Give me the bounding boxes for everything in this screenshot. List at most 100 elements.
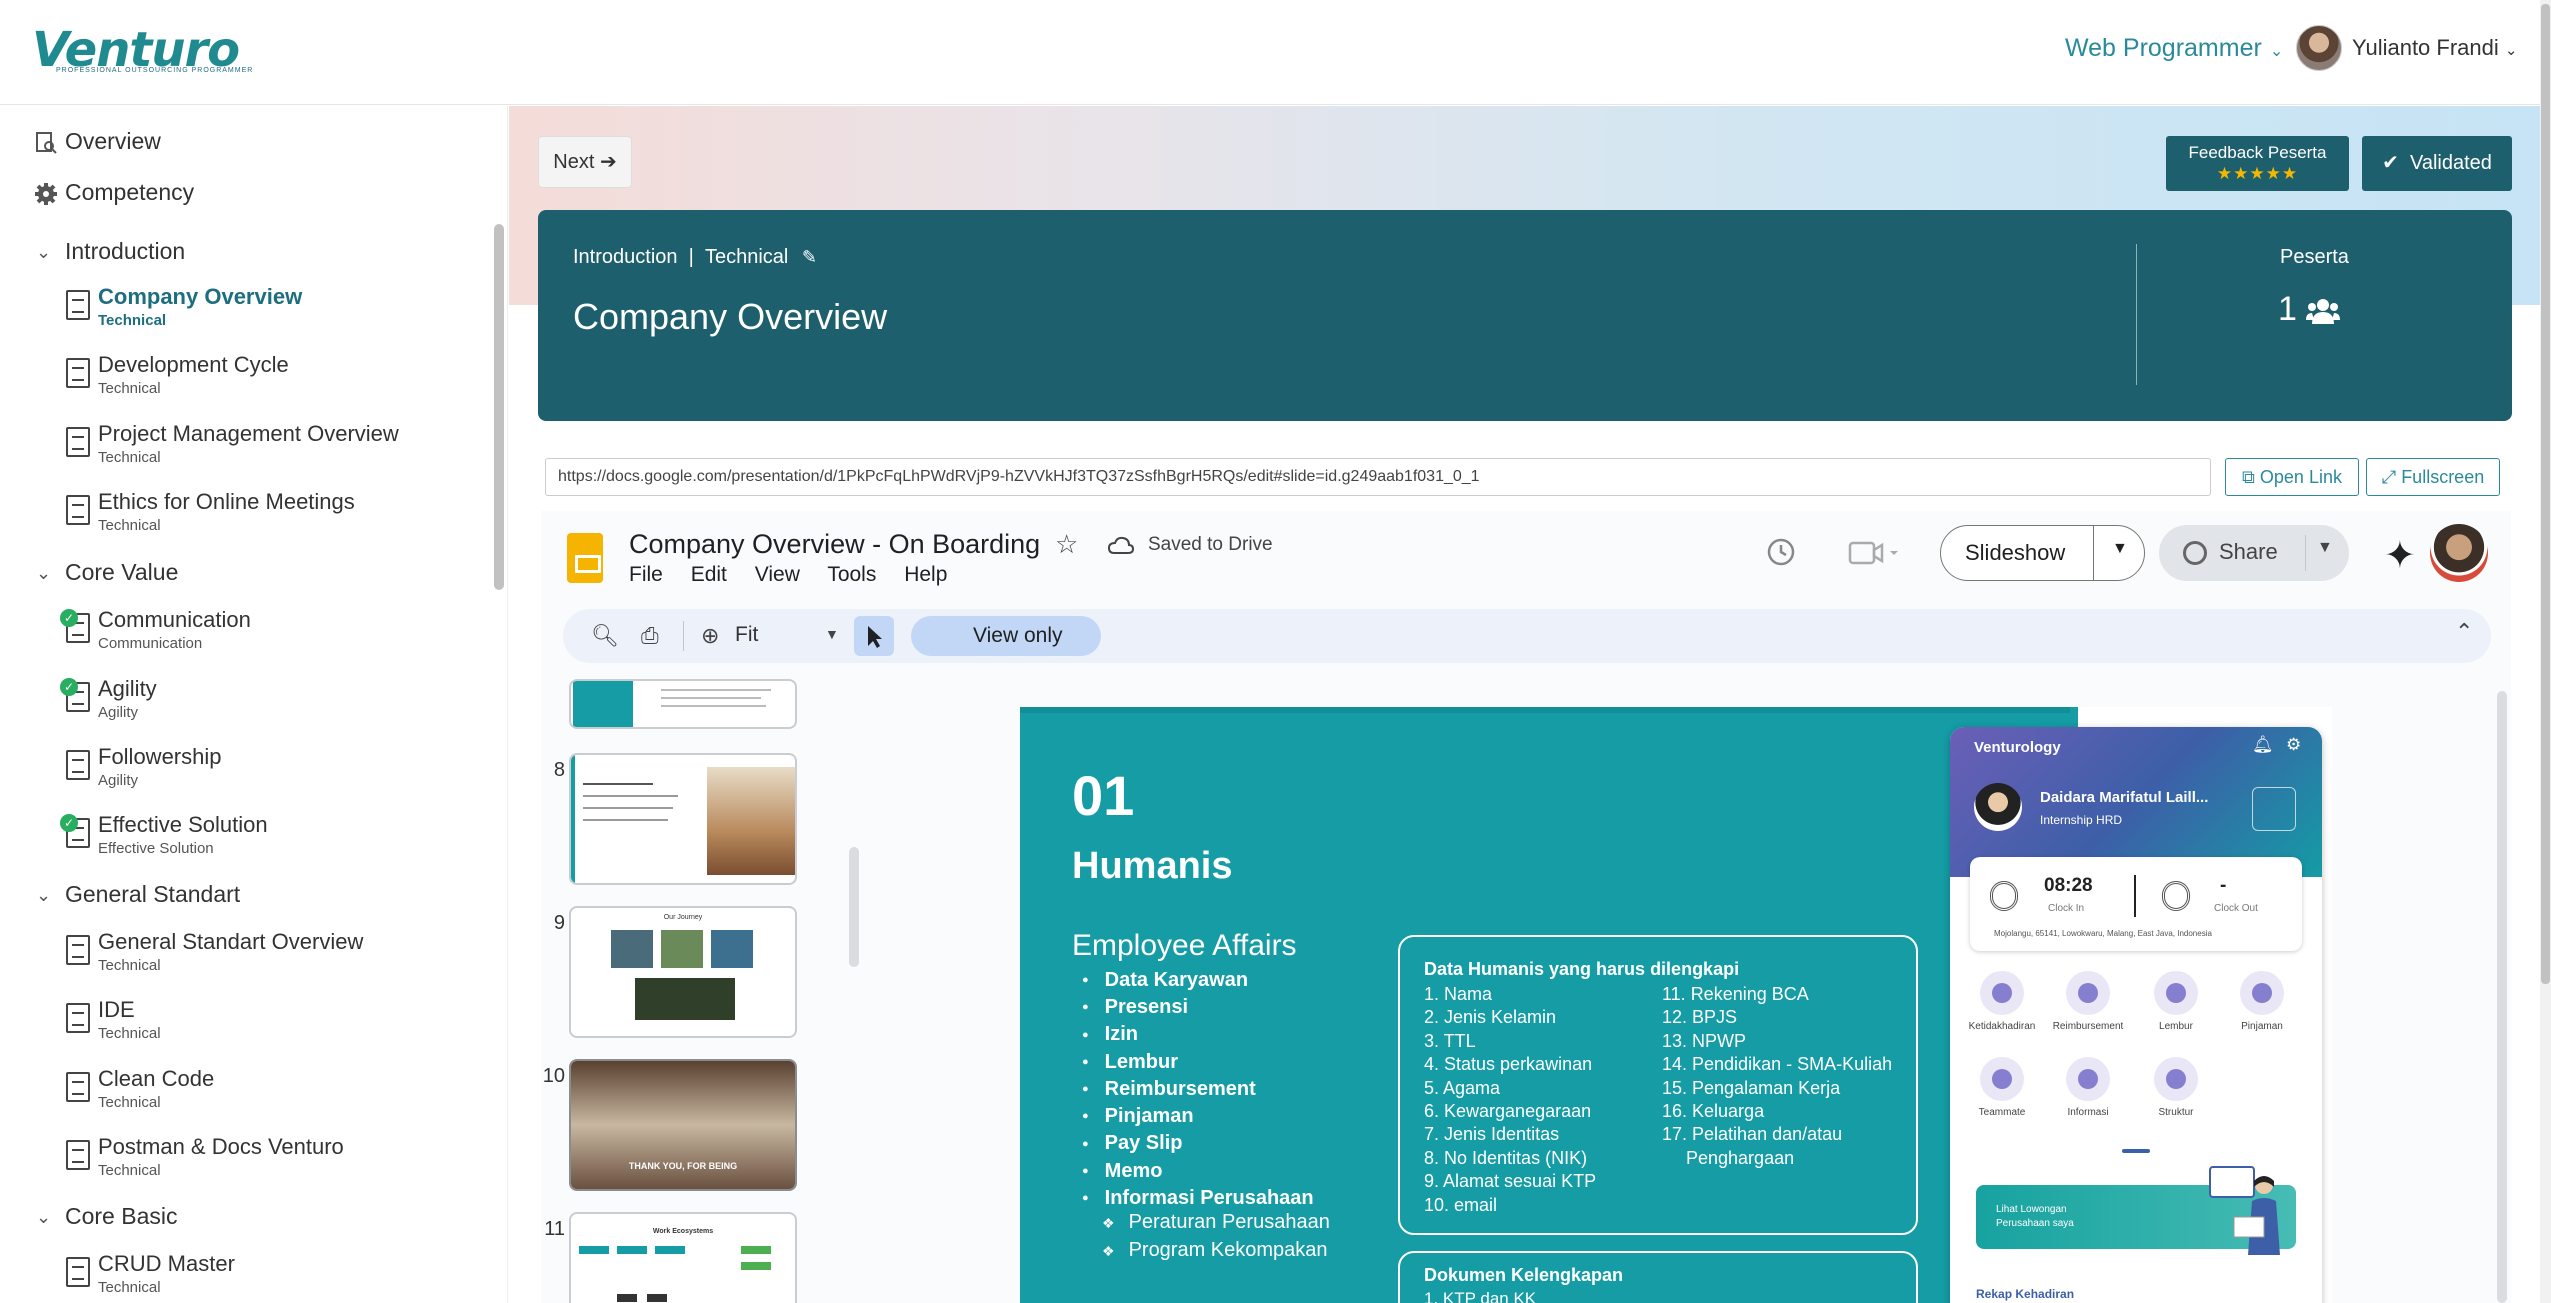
menu-view[interactable]: View <box>755 563 800 586</box>
open-link-button[interactable]: ⧉ Open Link <box>2225 458 2359 496</box>
zoom-select[interactable]: Fit <box>735 623 758 647</box>
print-icon[interactable]: ⎙ <box>641 623 659 649</box>
clock-in-label: Clock In <box>2048 903 2085 914</box>
chevron-down-icon[interactable]: ▼ <box>2317 539 2333 557</box>
slide-thumbnail-10[interactable]: THANK YOU, FOR BEING <box>569 1059 797 1191</box>
validated-button[interactable]: ✔ Validated <box>2362 136 2512 191</box>
location-address: Mojolangu, 65141, Lowokwaru, Malang, Eas… <box>1994 929 2212 938</box>
breadcrumb-separator: | <box>688 246 694 268</box>
sidebar-item-development-cycle[interactable]: Development Cycle Technical <box>0 352 490 402</box>
chevron-down-icon[interactable]: ▼ <box>825 626 839 642</box>
slides-logo-icon[interactable] <box>567 533 603 583</box>
sidebar-item-project-management-overview[interactable]: Project Management Overview Technical <box>0 421 490 471</box>
meet-camera-icon[interactable] <box>1848 539 1902 567</box>
slide-thumbnail-7[interactable] <box>569 679 797 729</box>
rekap-kehadiran-link: Rekap Kehadiran <box>1976 1287 2075 1301</box>
canvas-scrollbar[interactable] <box>2497 691 2507 1303</box>
slide-thumbnail-9[interactable]: Our Journey <box>569 906 797 1038</box>
next-button[interactable]: Next ➔ <box>538 136 632 188</box>
star-icon[interactable]: ☆ <box>1055 529 1078 560</box>
share-button[interactable]: Share ▼ <box>2159 525 2349 581</box>
thumb-text-line <box>583 807 673 809</box>
chevron-down-icon[interactable]: ▼ <box>2112 540 2128 558</box>
sidebar-item-clean-code[interactable]: Clean Code Technical <box>0 1066 490 1116</box>
lesson-title: Ethics for Online Meetings <box>98 489 355 514</box>
user-avatar[interactable] <box>2296 25 2342 71</box>
sidebar-item-postman-docs[interactable]: Postman & Docs Venturo Technical <box>0 1134 490 1184</box>
page-scrollbar-thumb[interactable] <box>2541 4 2550 984</box>
lesson-title: General Standart Overview <box>98 929 364 954</box>
slide-thumbnail-11[interactable]: Work Ecosystems <box>569 1212 797 1303</box>
person-illustration <box>2209 1166 2280 1255</box>
sidebar-item-effective-solution[interactable]: ✓ Effective Solution Effective Solution <box>0 812 490 862</box>
role-label: Web Programmer <box>2065 34 2262 62</box>
sidebar-scrollbar[interactable] <box>494 224 504 590</box>
sidebar-item-general-standart-overview[interactable]: General Standart Overview Technical <box>0 929 490 979</box>
chevron-down-icon: ⌄ <box>36 242 52 262</box>
sidebar-section-core-basic[interactable]: ⌄ Core Basic <box>0 1203 490 1233</box>
list-item: 1. KTP dan KK <box>1424 1289 1537 1303</box>
presentation-url-field[interactable] <box>545 458 2211 496</box>
list-item: 7. Jenis Identitas <box>1424 1124 1560 1145</box>
google-slides-embed[interactable]: Company Overview - On Boarding ☆ Saved t… <box>541 511 2511 1303</box>
menu-tools[interactable]: Tools <box>827 563 876 586</box>
venturo-logo[interactable]: Venturo PROFESSIONAL OUTSOURCING PROGRAM… <box>32 22 252 78</box>
fullscreen-label: Fullscreen <box>2401 467 2485 487</box>
sidebar-section-core-value[interactable]: ⌄ Core Value <box>0 559 490 589</box>
presentation-title[interactable]: Company Overview - On Boarding <box>629 529 1040 560</box>
sidebar-section-introduction[interactable]: ⌄ Introduction <box>0 238 490 268</box>
sidebar-section-label: Introduction <box>65 238 186 264</box>
sidebar-item-ide[interactable]: IDE Technical <box>0 997 490 1047</box>
peserta-label: Peserta <box>2280 246 2349 268</box>
card-divider <box>2134 875 2136 917</box>
select-cursor-button[interactable] <box>854 616 894 656</box>
slide-number: 9 <box>553 912 565 934</box>
gemini-sparkle-icon[interactable]: ✦ <box>2384 533 2416 578</box>
lesson-title: Project Management Overview <box>98 421 399 446</box>
sidebar-item-communication[interactable]: ✓ Communication Communication <box>0 607 490 657</box>
user-menu[interactable]: Yulianto Frandi ⌄ <box>2352 35 2517 61</box>
page-scrollbar[interactable] <box>2540 0 2551 1303</box>
menu-help[interactable]: Help <box>904 563 947 586</box>
menu-file[interactable]: File <box>629 563 663 586</box>
list-item: Informasi Perusahaan <box>1082 1185 1314 1212</box>
thumb-box <box>655 1246 685 1254</box>
slide-thumbnail-8[interactable] <box>569 753 797 885</box>
sidebar-item-crud-master[interactable]: CRUD Master Technical <box>0 1251 490 1301</box>
carousel-indicator <box>2122 1149 2150 1153</box>
feedback-peserta-button[interactable]: Feedback Peserta ★★★★★ <box>2166 136 2349 191</box>
clock-out-time: - <box>2220 875 2227 896</box>
sidebar-item-company-overview[interactable]: Company Overview Technical <box>0 284 490 334</box>
sidebar-item-agility[interactable]: ✓ Agility Agility <box>0 676 490 726</box>
view-only-badge[interactable]: View only <box>911 616 1101 656</box>
filmstrip-scrollbar[interactable] <box>849 847 859 967</box>
chevron-up-icon[interactable]: ⌃ <box>2455 619 2473 645</box>
fullscreen-button[interactable]: ⤢ Fullscreen <box>2366 458 2500 496</box>
slide-number: 11 <box>544 1218 565 1240</box>
struktur-icon <box>2154 1057 2198 1101</box>
slideshow-button[interactable]: Slideshow ▼ <box>1940 525 2145 581</box>
sidebar-item-followership[interactable]: Followership Agility <box>0 744 490 794</box>
sidebar-item-ethics-online-meetings[interactable]: Ethics for Online Meetings Technical <box>0 489 490 539</box>
sidebar-item-overview[interactable]: Overview <box>0 128 490 160</box>
lesson-title: CRUD Master <box>98 1251 235 1276</box>
account-avatar[interactable] <box>2430 524 2488 582</box>
search-icon[interactable]: 🔍︎ <box>591 623 619 649</box>
list-item: 16. Keluarga <box>1662 1101 1765 1122</box>
zoom-icon[interactable]: ⊕ <box>701 623 719 649</box>
breadcrumb-category: Technical <box>704 246 789 268</box>
edit-icon[interactable]: ✎ <box>802 247 817 267</box>
sidebar-item-competency[interactable]: Competency <box>0 179 490 211</box>
lesson-category: Agility <box>98 704 139 721</box>
peserta-count-value: 1 <box>2278 290 2297 328</box>
sidebar-section-general-standart[interactable]: ⌄ General Standart <box>0 881 490 911</box>
menu-edit[interactable]: Edit <box>691 563 727 586</box>
feature-list: Data Karyawan Presensi Izin Lembur Reimb… <box>1082 967 1314 1212</box>
list-item: 5. Agama <box>1424 1077 1501 1098</box>
version-history-icon[interactable] <box>1766 537 1796 567</box>
thumb-text-line <box>661 705 766 707</box>
thumb-box <box>647 1294 667 1302</box>
list-item: 9. Alamat sesuai KTP <box>1424 1171 1597 1192</box>
sidebar-item-label: Competency <box>65 179 195 205</box>
role-selector[interactable]: Web Programmer ⌄ <box>2065 34 2283 63</box>
